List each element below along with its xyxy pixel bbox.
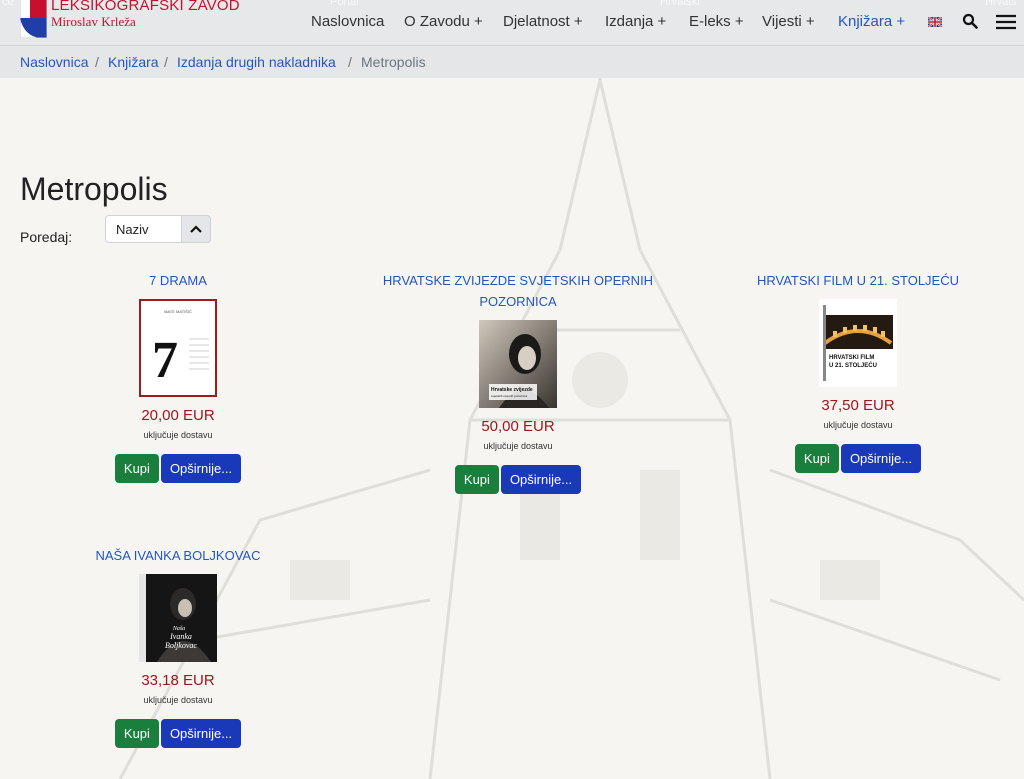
breadcrumb-izdanja-drugih-nakladnika[interactable]: Izdanja drugih nakladnika (177, 54, 336, 70)
sort-toggle-button[interactable] (181, 215, 211, 243)
product-card: HRVATSKE ZVIJEZDE SVJETSKIH OPERNIH POZO… (368, 270, 668, 495)
more-button[interactable]: Opširnije... (160, 454, 242, 483)
svg-text:svjetskih opernih pozornica: svjetskih opernih pozornica (491, 394, 528, 398)
page-title: Metropolis (20, 171, 168, 207)
nav-item-naslovnica[interactable]: Naslovnica (311, 13, 384, 30)
product-shipping-note: uključuje dostavu (143, 430, 213, 440)
sort-value: Naziv (116, 222, 149, 237)
more-button[interactable]: Opširnije... (500, 465, 582, 494)
logo-icon[interactable] (20, 0, 47, 38)
buy-button[interactable]: Kupi (794, 444, 839, 473)
svg-text:HRVATSKI FILM: HRVATSKI FILM (829, 355, 874, 361)
main-content: Metropolis Poredaj: Naziv 7 DRAMA MATE M… (0, 0, 1024, 779)
svg-text:Hrvatske zvijezde: Hrvatske zvijezde (491, 387, 533, 393)
more-button[interactable]: Opširnije... (160, 719, 242, 748)
uk-flag-icon[interactable] (928, 17, 942, 27)
chevron-up-icon (190, 225, 202, 233)
more-button[interactable]: Opširnije... (840, 444, 922, 473)
product-card: 7 DRAMA MATE MATIŠIĆ 7 20,00 EUR uključu… (78, 270, 278, 484)
book-cover-croatian-film[interactable]: HRVATSKI FILM U 21. STOLJEĆU (819, 299, 897, 387)
book-cover-7-drama[interactable]: MATE MATIŠIĆ 7 (139, 299, 217, 397)
product-title[interactable]: HRVATSKE ZVIJEZDE SVJETSKIH OPERNIH POZO… (368, 270, 668, 312)
sort-select[interactable]: Naziv (105, 215, 211, 243)
cover-number: 7 (152, 332, 178, 389)
product-card: NAŠA IVANKA BOLJKOVAC Naša Ivanka Boljko… (78, 545, 278, 749)
product-price: 37,50 EUR (821, 397, 895, 414)
nav-item-knjizara[interactable]: Knjižara + (838, 13, 905, 30)
nav-item-izdanja[interactable]: Izdanja + (605, 13, 666, 30)
search-icon[interactable] (962, 13, 978, 29)
product-price: 20,00 EUR (141, 407, 215, 424)
breadcrumb-naslovnica[interactable]: Naslovnica (20, 54, 88, 70)
site-header: če Portal Hrvatski Hrvats LEKSIKOGRAFSKI… (0, 0, 1024, 46)
book-cover-ivanka-boljkovac[interactable]: Naša Ivanka Boljkovac (139, 574, 217, 662)
breadcrumb-separator: / (164, 54, 168, 70)
logo-text[interactable]: LEKSIKOGRAFSKI ZAVOD Miroslav Krleža (51, 0, 240, 30)
book-cover-opera-stars[interactable]: Hrvatske zvijezde svjetskih opernih pozo… (479, 320, 557, 408)
buy-button[interactable]: Kupi (114, 719, 159, 748)
product-title[interactable]: 7 DRAMA (78, 270, 278, 291)
nav-item-o-zavodu[interactable]: O Zavodu + (404, 13, 483, 30)
nav-item-djelatnost[interactable]: Djelatnost + (503, 13, 583, 30)
nav-item-e-leks[interactable]: E-leks + (689, 13, 744, 30)
sort-label: Poredaj: (20, 229, 73, 245)
cover-author: MATE MATIŠIĆ (164, 309, 192, 314)
hamburger-menu-icon[interactable] (995, 13, 1017, 31)
product-title[interactable]: NAŠA IVANKA BOLJKOVAC (78, 545, 278, 566)
breadcrumb-separator: / (348, 54, 352, 70)
breadcrumb-knjizara[interactable]: Knjižara (108, 54, 159, 70)
product-title[interactable]: HRVATSKI FILM U 21. STOLJEĆU (718, 270, 998, 291)
logo-subtitle: Miroslav Krleža (51, 14, 136, 29)
svg-text:Ivanka: Ivanka (169, 632, 192, 641)
logo-title: LEKSIKOGRAFSKI ZAVOD (51, 0, 240, 14)
product-shipping-note: uključuje dostavu (823, 420, 893, 430)
breadcrumb: Naslovnica / Knjižara / Izdanja drugih n… (0, 46, 1024, 78)
nav-item-vijesti[interactable]: Vijesti + (762, 13, 815, 30)
product-shipping-note: uključuje dostavu (483, 441, 553, 451)
breadcrumb-current: Metropolis (361, 54, 426, 70)
buy-button[interactable]: Kupi (454, 465, 499, 494)
product-price: 33,18 EUR (141, 672, 215, 689)
product-price: 50,00 EUR (481, 418, 555, 435)
breadcrumb-separator: / (95, 54, 99, 70)
svg-text:U 21. STOLJEĆU: U 21. STOLJEĆU (829, 361, 877, 369)
product-shipping-note: uključuje dostavu (143, 695, 213, 705)
product-card: HRVATSKI FILM U 21. STOLJEĆU HRVATSKI FI… (718, 270, 998, 474)
buy-button[interactable]: Kupi (114, 454, 159, 483)
svg-text:Boljkovac: Boljkovac (165, 641, 197, 650)
